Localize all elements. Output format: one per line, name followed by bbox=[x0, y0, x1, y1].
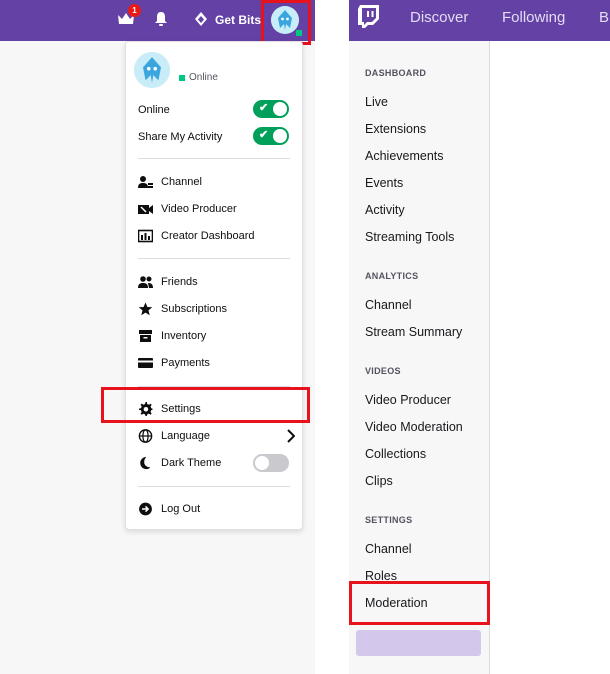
menu-avatar bbox=[134, 52, 170, 88]
menu-item-label: Friends bbox=[161, 276, 198, 288]
menu-item-subscriptions[interactable]: Subscriptions bbox=[138, 299, 290, 319]
get-bits-button[interactable]: Get Bits bbox=[215, 13, 261, 27]
friends-icon bbox=[138, 275, 153, 289]
right-panel: Discover Following B DASHBOARD Live Exte… bbox=[349, 0, 610, 674]
dashboard-icon bbox=[138, 229, 153, 243]
channel-icon bbox=[138, 175, 153, 189]
globe-icon bbox=[138, 429, 153, 443]
menu-item-label: Payments bbox=[161, 357, 210, 369]
online-toggle[interactable]: ✔ bbox=[253, 100, 289, 118]
video-producer-icon bbox=[138, 202, 153, 216]
inventory-icon bbox=[138, 329, 153, 343]
online-toggle-label: Online bbox=[138, 104, 170, 116]
section-heading-videos: VIDEOS bbox=[365, 366, 401, 376]
menu-item-label: Video Producer bbox=[161, 203, 237, 215]
sidebar-item-analytics-channel[interactable]: Channel bbox=[365, 298, 412, 312]
tab-following[interactable]: Following bbox=[502, 9, 565, 26]
dark-theme-toggle[interactable] bbox=[253, 454, 289, 472]
check-icon: ✔ bbox=[259, 129, 269, 141]
menu-item-inventory[interactable]: Inventory bbox=[138, 326, 290, 346]
share-activity-toggle[interactable]: ✔ bbox=[253, 127, 289, 145]
menu-item-friends[interactable]: Friends bbox=[138, 272, 290, 292]
sidebar-item-streaming-tools[interactable]: Streaming Tools bbox=[365, 230, 454, 244]
sidebar-item-video-producer[interactable]: Video Producer bbox=[365, 393, 451, 407]
menu-item-language[interactable]: Language bbox=[138, 426, 295, 446]
menu-item-label: Creator Dashboard bbox=[161, 230, 255, 242]
menu-item-label: Log Out bbox=[161, 503, 201, 515]
menu-divider bbox=[138, 486, 290, 487]
section-heading-settings: SETTINGS bbox=[365, 515, 413, 525]
star-icon bbox=[138, 302, 153, 316]
avatar-highlight-box bbox=[261, 0, 311, 45]
toggle-knob bbox=[255, 456, 269, 470]
notification-badge: 1 bbox=[128, 4, 141, 17]
sidebar-item-settings-channel[interactable]: Channel bbox=[365, 542, 412, 556]
twitch-logo-icon[interactable] bbox=[358, 5, 380, 29]
menu-item-label: Channel bbox=[161, 176, 202, 188]
moderation-highlight-box bbox=[349, 581, 490, 625]
menu-item-payments[interactable]: Payments bbox=[138, 353, 290, 373]
sidebar-item-clips[interactable]: Clips bbox=[365, 474, 393, 488]
bell-icon[interactable] bbox=[154, 11, 168, 27]
tab-browse[interactable]: B bbox=[599, 9, 609, 26]
sidebar-item-extensions[interactable]: Extensions bbox=[365, 122, 426, 136]
sidebar-item-collections[interactable]: Collections bbox=[365, 447, 426, 461]
card-icon bbox=[138, 356, 153, 370]
sidebar-item-achievements[interactable]: Achievements bbox=[365, 149, 444, 163]
toggle-knob bbox=[273, 129, 287, 143]
status-text: Online bbox=[189, 72, 218, 83]
menu-item-label: Language bbox=[161, 430, 210, 442]
menu-item-creator-dashboard[interactable]: Creator Dashboard bbox=[138, 226, 290, 246]
top-nav-bar: Discover Following B bbox=[349, 0, 610, 41]
menu-item-label: Dark Theme bbox=[161, 457, 222, 469]
bits-icon[interactable] bbox=[194, 11, 208, 27]
left-panel: 1 Get Bits Online Online ✔ Share My Acti… bbox=[0, 0, 315, 674]
user-dropdown-menu: Online Online ✔ Share My Activity ✔ Chan… bbox=[125, 41, 303, 530]
sidebar-item-live[interactable]: Live bbox=[365, 95, 388, 109]
menu-item-video-producer[interactable]: Video Producer bbox=[138, 199, 290, 219]
tab-discover[interactable]: Discover bbox=[410, 9, 468, 26]
share-activity-toggle-label: Share My Activity bbox=[138, 131, 223, 143]
sidebar-item-activity[interactable]: Activity bbox=[365, 203, 405, 217]
moon-icon bbox=[138, 456, 153, 470]
chevron-right-icon bbox=[286, 429, 295, 443]
sidebar-item-stream-summary[interactable]: Stream Summary bbox=[365, 325, 462, 339]
sidebar-item-events[interactable]: Events bbox=[365, 176, 403, 190]
status-dot bbox=[179, 75, 185, 81]
check-icon: ✔ bbox=[259, 102, 269, 114]
section-heading-dashboard: DASHBOARD bbox=[365, 68, 427, 78]
settings-highlight-box bbox=[101, 387, 310, 423]
log-out-icon bbox=[138, 502, 153, 516]
menu-divider bbox=[138, 258, 290, 259]
section-heading-analytics: ANALYTICS bbox=[365, 271, 419, 281]
dashboard-sidebar: DASHBOARD Live Extensions Achievements E… bbox=[349, 41, 490, 674]
menu-item-channel[interactable]: Channel bbox=[138, 172, 290, 192]
menu-item-label: Subscriptions bbox=[161, 303, 228, 315]
toggle-knob bbox=[273, 102, 287, 116]
sidebar-item-video-moderation[interactable]: Video Moderation bbox=[365, 420, 463, 434]
active-item-background bbox=[356, 630, 481, 656]
menu-item-label: Inventory bbox=[161, 330, 207, 342]
menu-item-log-out[interactable]: Log Out bbox=[138, 499, 290, 519]
menu-divider bbox=[138, 158, 290, 159]
